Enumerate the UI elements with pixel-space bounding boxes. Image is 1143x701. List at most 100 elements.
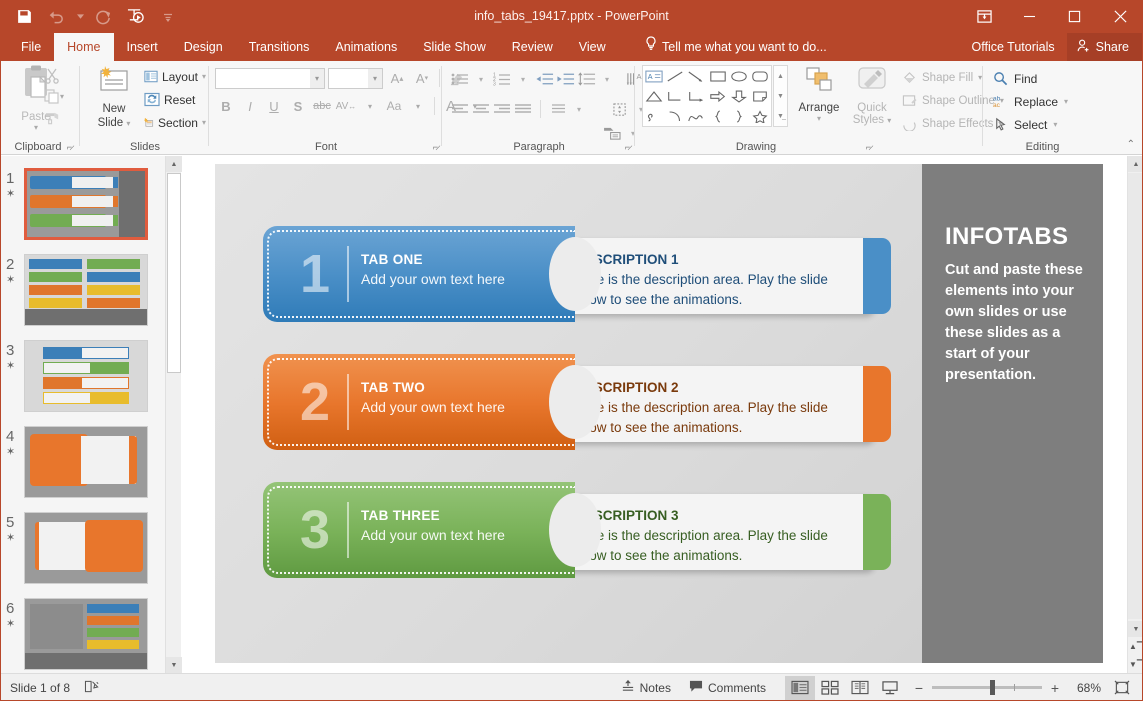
increase-indent-button[interactable] — [555, 69, 575, 89]
gallery-expand-icon[interactable]: ▼̲ — [777, 106, 784, 126]
office-tutorials-link[interactable]: Office Tutorials — [960, 33, 1067, 61]
layout-dropdown-icon[interactable]: ▾ — [202, 72, 206, 81]
minimize-icon[interactable] — [1007, 0, 1052, 33]
select-dropdown-icon[interactable]: ▾ — [1053, 120, 1057, 129]
slide-thumbnail-pane[interactable]: 1 ✶ — [0, 156, 165, 673]
shapes-gallery[interactable]: A — [642, 65, 772, 127]
thumbnail-scrollbar[interactable]: ▲ ▼ — [165, 156, 181, 673]
arrange-button[interactable]: Arrange ▾ — [793, 65, 845, 137]
underline-button[interactable]: U — [263, 95, 285, 117]
thumbnail-image[interactable] — [24, 340, 148, 412]
font-size-dropdown-icon[interactable]: ▾ — [368, 69, 382, 88]
text-shadow-button[interactable]: S — [287, 95, 309, 117]
line-spacing-dropdown-icon[interactable]: ▾ — [597, 69, 617, 89]
bullets-dropdown-icon[interactable]: ▾ — [471, 69, 491, 89]
font-name-dropdown-icon[interactable]: ▾ — [310, 69, 324, 88]
line-spacing-button[interactable] — [576, 69, 596, 89]
description-card-3[interactable]: DESCRIPTION 3 Here is the description ar… — [553, 494, 873, 570]
select-button[interactable]: Select ▾ — [993, 113, 1068, 136]
infotab-row-1[interactable]: DESCRIPTION 1 Here is the description ar… — [263, 226, 903, 322]
find-button[interactable]: Find — [993, 67, 1068, 90]
shape-scribble-icon[interactable] — [643, 106, 664, 126]
align-left-button[interactable] — [450, 99, 470, 119]
shape-textbox-icon[interactable]: A — [643, 66, 664, 86]
decrease-indent-button[interactable] — [534, 69, 554, 89]
columns-dropdown-icon[interactable]: ▾ — [569, 99, 589, 119]
comments-button[interactable]: Comments — [680, 676, 775, 700]
shape-triangle-icon[interactable] — [643, 86, 664, 106]
justify-button[interactable] — [513, 99, 533, 119]
italic-button[interactable]: I — [239, 95, 261, 117]
cut-button[interactable] — [44, 65, 78, 86]
infotab-3[interactable]: 3 TAB THREE Add your own text here — [263, 482, 575, 578]
zoom-percent-label[interactable]: 68% — [1069, 681, 1101, 695]
numbering-dropdown-icon[interactable]: ▾ — [513, 69, 533, 89]
thumbnail-scroll-up-icon[interactable]: ▲ — [166, 156, 182, 172]
bold-button[interactable]: B — [215, 95, 237, 117]
infotab-row-2[interactable]: DESCRIPTION 2 Here is the description ar… — [263, 354, 903, 450]
tab-file[interactable]: File — [8, 33, 54, 61]
thumbnail-scroll-down-icon[interactable]: ▼ — [166, 657, 182, 673]
notes-button[interactable]: Notes — [612, 676, 680, 700]
restore-icon[interactable] — [1052, 0, 1097, 33]
notes-page-icon[interactable] — [84, 679, 101, 697]
thumbnail-slide-3[interactable]: 3 ✶ — [0, 340, 165, 412]
thumbnail-image[interactable] — [24, 426, 148, 498]
thumbnail-slide-2[interactable]: 2 ✶ — [0, 254, 165, 326]
shape-star-icon[interactable] — [750, 106, 771, 126]
thumbnail-scrollbar-thumb[interactable] — [167, 173, 181, 373]
font-dialog-launcher[interactable]: ⌐̷ — [433, 142, 438, 152]
font-size-input[interactable]: ▾ — [328, 68, 383, 89]
change-case-button[interactable]: Aa — [383, 95, 405, 117]
arrange-dropdown-icon[interactable]: ▾ — [817, 114, 821, 123]
clipboard-dialog-launcher[interactable]: ⌐̷ — [67, 142, 72, 152]
numbering-button[interactable]: 123 — [492, 69, 512, 89]
share-button[interactable]: Share — [1067, 33, 1143, 61]
thumbnail-image[interactable] — [24, 512, 148, 584]
thumbnail-slide-4[interactable]: 4 ✶ — [0, 426, 165, 498]
ribbon-display-options-icon[interactable] — [962, 0, 1007, 33]
shape-folded-corner-icon[interactable] — [750, 86, 771, 106]
columns-button[interactable] — [548, 99, 568, 119]
tab-animations[interactable]: Animations — [322, 33, 410, 61]
infotab-2[interactable]: 2 TAB TWO Add your own text here — [263, 354, 575, 450]
drawing-dialog-launcher[interactable]: ⌐̷ — [866, 142, 871, 152]
paste-dropdown-icon[interactable]: ▾ — [34, 123, 38, 132]
align-right-button[interactable] — [492, 99, 512, 119]
shape-down-arrow-icon[interactable] — [728, 86, 749, 106]
align-center-button[interactable] — [471, 99, 491, 119]
shape-arrow-icon[interactable] — [686, 66, 707, 86]
new-slide-button[interactable]: New Slide ▾ — [88, 65, 140, 137]
shapes-gallery-scrollbar[interactable]: ▲ ▼ ▼̲ — [773, 65, 788, 127]
shape-oval-icon[interactable] — [728, 66, 749, 86]
scroll-up-icon[interactable]: ▲ — [1128, 156, 1143, 172]
shape-right-arrow-icon[interactable] — [707, 86, 728, 106]
copy-dropdown-icon[interactable]: ▾ — [60, 92, 64, 101]
zoom-in-button[interactable]: + — [1049, 680, 1061, 696]
description-card-1[interactable]: DESCRIPTION 1 Here is the description ar… — [553, 238, 873, 314]
thumbnail-slide-6[interactable]: 6 ✶ — [0, 598, 165, 670]
section-dropdown-icon[interactable]: ▾ — [202, 118, 206, 127]
slide-scrollbar[interactable]: ▲ ▼ ▲▔ ▼▔ — [1127, 156, 1143, 673]
shape-left-brace-icon[interactable] — [707, 106, 728, 126]
scrollbar-track[interactable] — [1128, 173, 1143, 619]
thumbnail-slide-1[interactable]: 1 ✶ — [0, 168, 165, 240]
tab-insert[interactable]: Insert — [114, 33, 171, 61]
fit-slide-to-window-button[interactable] — [1107, 676, 1137, 700]
decrease-font-size-button[interactable]: A▾ — [411, 67, 433, 89]
replace-dropdown-icon[interactable]: ▾ — [1064, 97, 1068, 106]
shape-curve-icon[interactable] — [686, 106, 707, 126]
next-slide-icon[interactable]: ▼▔ — [1128, 655, 1143, 673]
increase-font-size-button[interactable]: A▴ — [386, 67, 408, 89]
reset-button[interactable]: Reset — [144, 88, 206, 111]
shape-right-brace-icon[interactable] — [728, 106, 749, 126]
infotab-1[interactable]: 1 TAB ONE Add your own text here — [263, 226, 575, 322]
character-spacing-dropdown-icon[interactable]: ▾ — [359, 95, 381, 117]
convert-to-smartart-button[interactable] — [602, 123, 622, 143]
zoom-slider-handle[interactable] — [990, 680, 995, 695]
slide-canvas[interactable]: DESCRIPTION 1 Here is the description ar… — [215, 164, 1103, 663]
strikethrough-button[interactable]: abc — [311, 95, 333, 117]
slide-sorter-view-button[interactable] — [815, 676, 845, 700]
gallery-scroll-up-icon[interactable]: ▲ — [777, 66, 784, 86]
thumbnail-image[interactable] — [24, 168, 148, 240]
